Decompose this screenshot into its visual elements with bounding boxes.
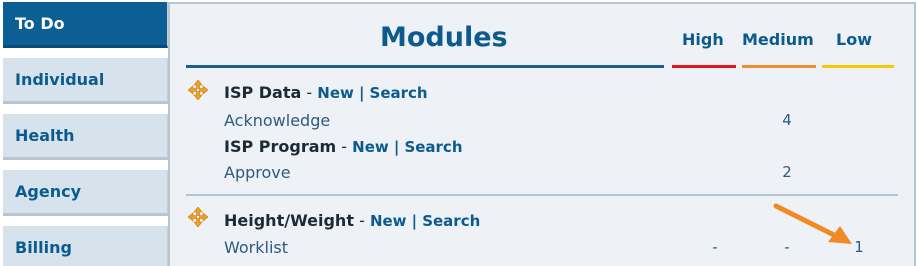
module-header-isp-program: ISP Program - New | Search bbox=[224, 137, 463, 156]
tab-billing[interactable]: Billing bbox=[3, 226, 168, 266]
tab-individual[interactable]: Individual bbox=[3, 58, 168, 104]
column-header-medium: Medium bbox=[742, 30, 814, 49]
modules-panel: Modules High Medium Low ISP Data - New |… bbox=[168, 2, 916, 266]
module-divider bbox=[186, 194, 898, 196]
module-name: ISP Program bbox=[224, 137, 337, 156]
task-approve[interactable]: Approve bbox=[224, 163, 291, 182]
module-header-isp-data: ISP Data - New | Search bbox=[224, 83, 428, 102]
orange-arrow-icon bbox=[773, 203, 852, 244]
column-header-low: Low bbox=[836, 30, 872, 49]
task-acknowledge[interactable]: Acknowledge bbox=[224, 111, 330, 130]
search-link[interactable]: Search bbox=[370, 84, 428, 102]
page-title: Modules bbox=[380, 22, 508, 53]
module-header-height-weight: Height/Weight - New | Search bbox=[224, 211, 480, 230]
medium-underline bbox=[742, 65, 816, 68]
module-name: Height/Weight bbox=[224, 211, 354, 230]
task-worklist[interactable]: Worklist bbox=[224, 238, 288, 257]
tab-agency[interactable]: Agency bbox=[3, 170, 168, 216]
separator-dash: - bbox=[306, 83, 313, 102]
count-medium[interactable]: 4 bbox=[772, 111, 802, 129]
separator-dash: - bbox=[341, 137, 348, 156]
low-underline bbox=[822, 65, 894, 68]
module-name: ISP Data bbox=[224, 83, 302, 102]
move-arrows-icon[interactable] bbox=[188, 207, 208, 227]
count-medium[interactable]: 2 bbox=[772, 163, 802, 181]
new-link[interactable]: New bbox=[370, 212, 407, 230]
new-link[interactable]: New bbox=[352, 138, 389, 156]
tab-health[interactable]: Health bbox=[3, 114, 168, 160]
modules-underline bbox=[186, 65, 664, 68]
link-separator: | bbox=[358, 84, 365, 102]
count-high[interactable]: - bbox=[700, 238, 730, 256]
high-underline bbox=[672, 65, 736, 68]
tab-to-do[interactable]: To Do bbox=[3, 2, 168, 48]
new-link[interactable]: New bbox=[317, 84, 354, 102]
separator-dash: - bbox=[359, 211, 365, 230]
search-link[interactable]: Search bbox=[404, 138, 462, 156]
link-separator: | bbox=[393, 138, 400, 156]
search-link[interactable]: Search bbox=[422, 212, 480, 230]
link-separator: | bbox=[411, 212, 418, 230]
column-header-high: High bbox=[682, 30, 724, 49]
sidebar-nav: To Do Individual Health Agency Billing bbox=[0, 0, 170, 266]
move-arrows-icon[interactable] bbox=[188, 80, 208, 100]
